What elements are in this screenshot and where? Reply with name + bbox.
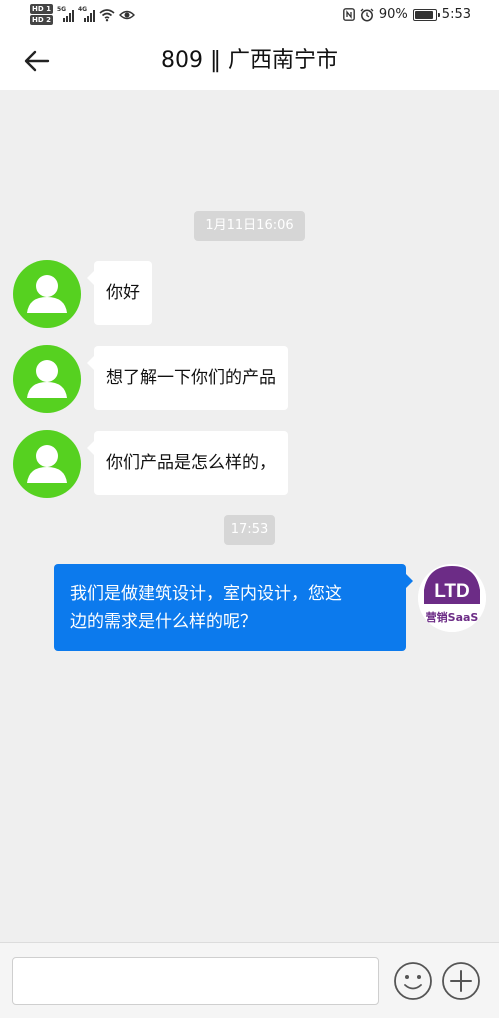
message-text: 你们产品是怎么样的，: [106, 453, 276, 473]
battery-percent: 90%: [378, 7, 408, 22]
user-avatar-icon: [27, 275, 67, 313]
eye-icon: [118, 10, 135, 19]
hd-1-badge: HD 1: [30, 4, 53, 14]
message-bubble-incoming[interactable]: 你好: [87, 261, 152, 325]
alarm-icon: [360, 8, 374, 21]
avatar[interactable]: [13, 345, 81, 413]
arrow-left-icon: [24, 50, 50, 72]
network-type-1: 5G: [56, 5, 67, 13]
message-text-line-1: 我们是做建筑设计，室内设计，您这: [70, 584, 342, 604]
wifi-icon: [99, 8, 115, 21]
status-right: 90% 5:53: [342, 7, 471, 22]
avatar[interactable]: [13, 430, 81, 498]
message-bubble-incoming[interactable]: 你们产品是怎么样的，: [87, 431, 288, 495]
message-text: 你好: [106, 283, 140, 303]
signal-icon: 4G: [77, 5, 95, 22]
message-text: 想了解一下你们的产品: [106, 368, 276, 388]
my-avatar[interactable]: LTD 营销SaaS: [418, 564, 486, 632]
emoji-icon: [394, 962, 432, 1000]
plus-icon: [442, 962, 480, 1000]
network-type-2: 4G: [77, 5, 88, 13]
plus-button[interactable]: [441, 961, 481, 1001]
timestamp: 17:53: [224, 515, 275, 545]
user-avatar-icon: [27, 360, 67, 398]
composer-bar: [0, 942, 499, 1018]
battery-level: [414, 10, 433, 19]
timestamp: 1月11日16:06: [194, 211, 305, 241]
back-button[interactable]: [20, 46, 54, 76]
status-bar: HD 1 HD 2 5G 4G 90% 5:53: [0, 0, 499, 32]
user-avatar-icon: [27, 445, 67, 483]
avatar[interactable]: [13, 260, 81, 328]
hd-indicators: HD 1 HD 2: [30, 4, 53, 25]
battery-icon: [412, 8, 440, 21]
chat-header: 809 ‖ 广西南宁市: [0, 32, 499, 90]
signal-icon: 5G: [56, 5, 74, 22]
emoji-button[interactable]: [393, 961, 433, 1001]
nfc-icon: [342, 8, 355, 21]
brand-caption: 营销SaaS: [426, 610, 479, 624]
brand-logo-icon: LTD 营销SaaS: [418, 564, 486, 632]
brand-mark: LTD: [434, 581, 470, 602]
hd-2-badge: HD 2: [30, 15, 53, 25]
status-left: HD 1 HD 2 5G 4G: [30, 4, 135, 25]
message-input[interactable]: [12, 957, 379, 1005]
message-bubble-outgoing[interactable]: 我们是做建筑设计，室内设计，您这 边的需求是什么样的呢？: [54, 564, 413, 651]
chat-area[interactable]: 1月11日16:06 你好 想了解一下你们的产品 你们产品是怎么样的， 17:5…: [0, 90, 499, 942]
status-time: 5:53: [441, 7, 471, 22]
message-bubble-incoming[interactable]: 想了解一下你们的产品: [87, 346, 288, 410]
page-title: 809 ‖ 广西南宁市: [161, 48, 338, 73]
message-text-line-2: 边的需求是什么样的呢？: [70, 612, 257, 632]
